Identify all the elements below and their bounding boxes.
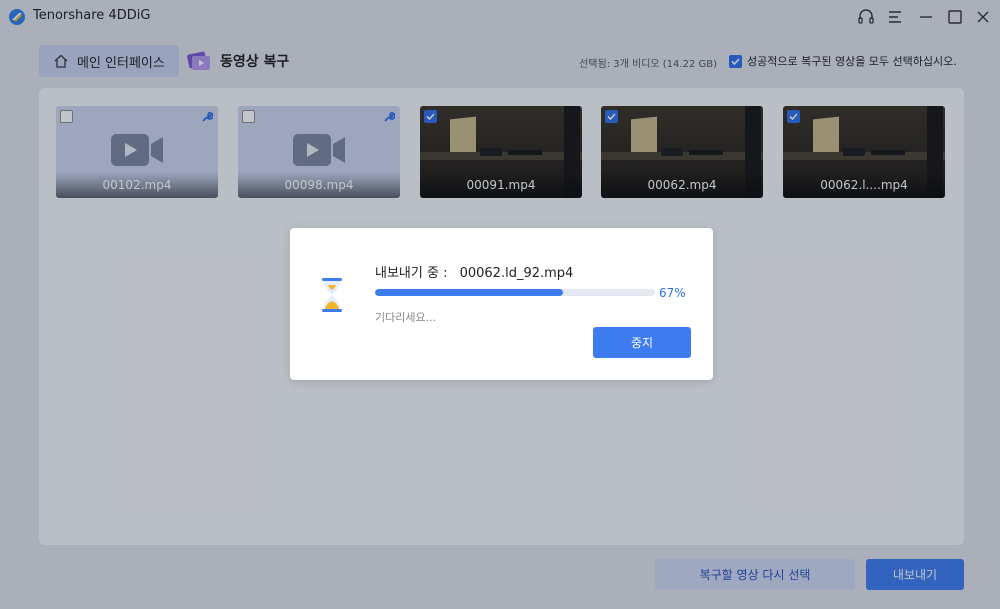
hourglass-icon (322, 278, 342, 312)
export-status-title: 내보내기 중 : 00062.ld_92.mp4 (375, 262, 573, 281)
export-progress-fill (375, 289, 563, 296)
wait-message: 기다리세요... (375, 311, 437, 324)
export-progress-bar (375, 289, 655, 296)
export-progress-percent: 67% (659, 286, 686, 300)
stop-button[interactable]: 중지 (593, 327, 691, 358)
export-progress-dialog: 내보내기 중 : 00062.ld_92.mp4 67% 기다리세요... 중지 (290, 228, 713, 380)
export-file-name: 00062.ld_92.mp4 (459, 266, 574, 281)
export-status-prefix: 내보내기 중 : (375, 266, 448, 281)
